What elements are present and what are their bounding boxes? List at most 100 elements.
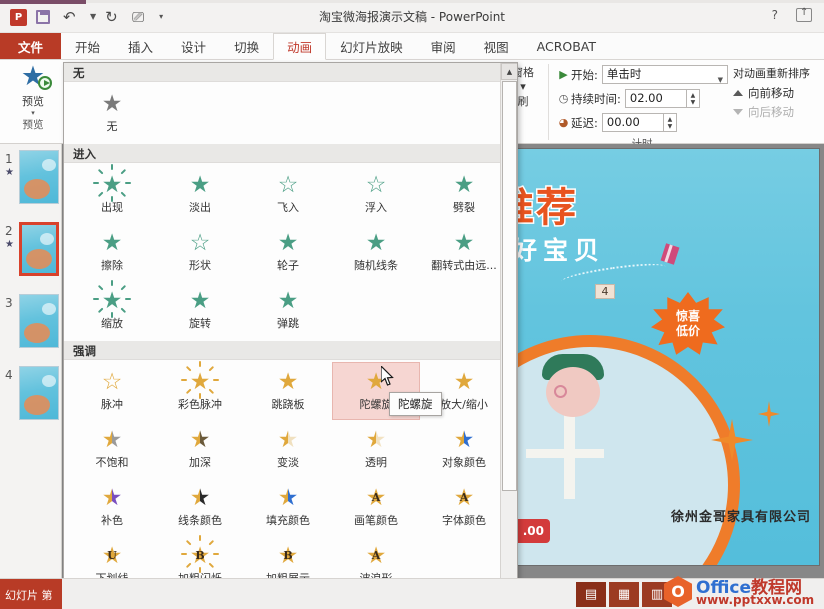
duration-input[interactable]: 02.00 [624,89,687,108]
chair-rail [526,449,604,458]
animation-item-1-8[interactable]: ★ 随机线条 [332,223,420,281]
animation-item-1-10[interactable]: ★ 缩放 [68,280,156,339]
current-slide[interactable]: 推荐 好宝贝 4 惊喜 低价 .00 徐州金哥家具有限公司 [505,148,820,566]
animation-star-icon: ★ [189,288,211,314]
animation-item-label: 脉冲 [101,398,123,411]
animation-item-1-2[interactable]: ☆ 飞入 [244,165,332,223]
duration-label: 持续时间: [571,91,621,106]
animation-order-marker[interactable]: 4 [595,284,615,299]
powerpoint-window: P ↶ ▼ ↻ ⎚ ▾ 淘宝微海报演示文稿 - PowerPoint ? 文件开… [0,0,824,609]
animation-item-2-7[interactable]: ★ 变淡 [244,420,332,478]
animation-item-0-0[interactable]: ★ 无 [68,84,156,142]
animation-item-2-0[interactable]: ☆ 脉冲 [68,362,156,420]
animation-star-icon: ★ [189,427,211,453]
animation-item-2-5[interactable]: ★ 不饱和 [68,420,156,478]
animation-item-label: 线条颜色 [178,514,222,527]
reorder-heading: 对动画重新排序 [733,67,810,80]
animation-item-1-6[interactable]: ☆ 形状 [156,223,244,281]
slide-thumbnail-3[interactable]: 3 [3,294,59,354]
tab-6[interactable]: 幻灯片放映 [326,33,417,59]
timing-group: ▶ 开始: 单击时 ▼ ◷ 持续时间: 02.00 ▲ ▼ ◕ 延迟: 00.00… [556,64,728,151]
move-later-button[interactable]: 向后移动 [733,104,821,120]
status-bar: 幻灯片 第 ▤ ▦ ▥ O Office教程网 www.pptxxw.com [0,576,824,609]
animation-item-1-0[interactable]: ★ 出现 [68,164,156,223]
animation-item-2-10[interactable]: ★ 补色 [68,478,156,536]
normal-view-button[interactable]: ▤ [576,582,606,607]
sparkle-small [758,401,780,427]
tab-7[interactable]: 审阅 [417,33,470,59]
scroll-up-button[interactable]: ▲ [501,63,517,80]
animation-item-label: 形状 [189,259,211,272]
slide-thumbnail-image [19,222,59,276]
animation-star-icon: ★ [453,172,475,198]
animation-star-icon: ☆ [101,369,123,395]
tab-3[interactable]: 设计 [167,33,220,59]
tab-5[interactable]: 动画 [273,33,327,60]
delay-input[interactable]: 00.00 [601,113,664,132]
animation-item-2-14[interactable]: ★ A 字体颜色 [420,478,508,536]
animation-item-1-12[interactable]: ★ 弹跳 [244,281,332,339]
animation-item-1-9[interactable]: ★ 翻转式由远... [420,223,508,281]
help-button[interactable]: ? [772,8,778,22]
animation-item-2-2[interactable]: ★ 跳跷板 [244,362,332,420]
slide-thumbnail-4[interactable]: 4 [3,366,59,426]
animation-star-icon: ★ [5,239,14,250]
tab-0[interactable]: 文件 [0,33,62,59]
animation-gallery-dropdown[interactable]: 无 ★ 无进入 ★ 出现 ★ 淡出 ☆ 飞入 ☆ 浮入 ★ 劈裂 ★ 擦除 ☆ 形状 ★ 轮子 ★ 随机线条 ★ 翻转式由远… [63,62,518,602]
animation-star-icon: ★ [453,369,475,395]
slide-number: 3 [5,296,13,310]
slide-thumbnail-panel[interactable]: 1 ★ 2 ★ 3 4 [0,144,62,578]
move-later-label: 向后移动 [748,105,794,119]
animation-item-1-4[interactable]: ★ 劈裂 [420,165,508,223]
animation-star-icon: ★ [277,369,299,395]
animation-item-2-8[interactable]: ★ 透明 [332,420,420,478]
slide-thumbnail-image [19,366,59,420]
delay-stepper[interactable]: ▲ ▼ [663,113,677,132]
animation-item-2-12[interactable]: ★ 填充颜色 [244,478,332,536]
start-chevron-down-icon[interactable]: ▼ [718,72,723,89]
animation-item-1-11[interactable]: ★ 旋转 [156,281,244,339]
tab-4[interactable]: 切换 [220,33,273,59]
animation-item-label: 轮子 [277,259,299,272]
animation-item-2-9[interactable]: ★ 对象颜色 [420,420,508,478]
animation-item-1-5[interactable]: ★ 擦除 [68,223,156,281]
animation-item-2-6[interactable]: ★ 加深 [156,420,244,478]
animation-item-label: 随机线条 [354,259,398,272]
ribbon-options-icon[interactable] [796,7,812,22]
animation-star-icon: ★ [277,427,299,453]
tab-2[interactable]: 插入 [114,33,167,59]
tab-8[interactable]: 视图 [470,33,523,59]
slide-thumbnail-1[interactable]: 1 ★ [3,150,59,210]
play-icon [38,76,53,90]
animation-star-icon: ★ [101,485,123,511]
tab-1[interactable]: 开始 [61,33,114,59]
scrollbar-thumb[interactable] [502,81,517,491]
animation-item-label: 加深 [189,456,211,469]
animation-item-2-13[interactable]: ★ A 画笔颜色 [332,478,420,536]
animation-item-2-11[interactable]: ★ 线条颜色 [156,478,244,536]
move-earlier-label: 向前移动 [748,86,794,100]
animation-item-1-1[interactable]: ★ 淡出 [156,165,244,223]
animation-star-icon: ★ [453,230,475,256]
animation-item-1-7[interactable]: ★ 轮子 [244,223,332,281]
preview-dropdown-icon[interactable]: ▾ [4,109,62,117]
preview-star-icon[interactable]: ★ [21,62,53,92]
slide-thumbnail-2[interactable]: 2 ★ [3,222,59,282]
animation-item-1-3[interactable]: ☆ 浮入 [332,165,420,223]
gallery-scrollbar[interactable]: ▲ ▼ [500,63,517,601]
animation-item-2-1[interactable]: ★ 彩色脉冲 [156,361,244,420]
preview-button-label[interactable]: 预览 [4,93,62,109]
animation-item-label: 变淡 [277,456,299,469]
move-earlier-button[interactable]: 向前移动 [733,85,821,101]
start-select[interactable]: 单击时 ▼ [601,65,728,84]
duration-stepper[interactable]: ▲ ▼ [686,89,700,108]
watermark-logo-icon: O [664,576,692,607]
animation-item-label: 画笔颜色 [354,514,398,527]
animation-star-icon: ★ [277,288,299,314]
animation-star-icon: ★ [277,485,299,511]
slide-sorter-view-button[interactable]: ▦ [609,582,639,607]
burst-line-1: 惊喜 [675,309,700,323]
burst-rays-icon [92,164,132,202]
tab-9[interactable]: ACROBAT [523,33,610,59]
delay-label: 延迟: [571,115,598,130]
